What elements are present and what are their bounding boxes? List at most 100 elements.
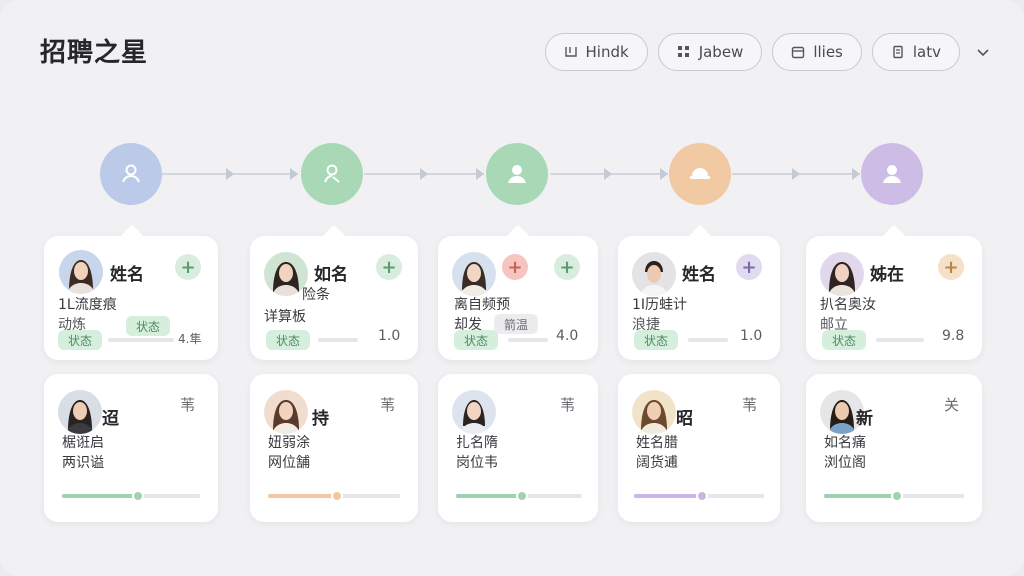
- score-track: [108, 338, 174, 342]
- candidate-name: 姓名: [682, 265, 716, 285]
- add-icon[interactable]: +: [938, 254, 964, 280]
- candidate-score: 1.0: [740, 328, 763, 344]
- avatar: [59, 250, 103, 294]
- progress-bar[interactable]: [62, 490, 200, 502]
- user-search-icon: [324, 164, 340, 183]
- user-icon: [122, 164, 140, 183]
- candidate-card[interactable]: 姓名 + 1I历蛙计 浪捷 状态 1.0: [618, 224, 780, 360]
- arrow-right-icon: [226, 168, 234, 180]
- candidate-score: 4.隼: [178, 332, 202, 346]
- status-badge: 状态: [58, 330, 103, 350]
- score-track: [508, 338, 548, 342]
- candidate-name: 持: [312, 409, 329, 429]
- candidate-name: 姓名: [110, 265, 144, 285]
- candidate-detail: 网位舗: [268, 455, 310, 471]
- stage-screening[interactable]: [301, 143, 363, 205]
- candidate-card[interactable]: 迢 苇 椐诳启 两识谥: [44, 374, 218, 522]
- user-solid-icon: [508, 165, 526, 183]
- candidate-detail: 如名痛: [824, 435, 866, 451]
- candidate-detail: 离自频预: [454, 297, 510, 313]
- candidate-detail: 椐诳启: [62, 435, 104, 451]
- candidate-score: 9.8: [942, 328, 965, 344]
- add-icon[interactable]: +: [502, 254, 528, 280]
- card-tag: 关: [944, 396, 960, 414]
- document-icon: [893, 45, 903, 59]
- progress-fill: [824, 494, 897, 498]
- progress-handle[interactable]: [330, 490, 343, 502]
- candidate-detail: 岗位韦: [456, 455, 498, 471]
- status-badge: 状态: [822, 330, 867, 350]
- arrow-right-icon: [420, 168, 428, 180]
- arrow-right-icon: [660, 168, 668, 180]
- candidate-name: 新: [856, 409, 873, 429]
- progress-fill: [62, 494, 138, 498]
- progress-bar[interactable]: [824, 490, 964, 502]
- progress-handle[interactable]: [695, 490, 708, 502]
- candidate-detail: 姓名腊: [636, 435, 678, 451]
- score-track: [688, 338, 728, 342]
- progress-handle[interactable]: [515, 490, 528, 502]
- candidate-card[interactable]: 苇 扎名隋 岗位韦: [438, 374, 598, 522]
- stage-hired[interactable]: [861, 143, 923, 205]
- card-tag: 苇: [742, 396, 758, 414]
- candidate-detail: 浏位阁: [824, 455, 866, 471]
- status-badge: 状态: [454, 330, 499, 350]
- toolbar-button-latv[interactable]: latv: [871, 33, 960, 71]
- candidate-card[interactable]: 昭 苇 姓名腊 阔货逋: [618, 374, 780, 522]
- candidate-card[interactable]: + + 离自频预 却发 箭温 状态 4.0: [438, 224, 598, 360]
- card-notch: [120, 224, 144, 248]
- candidate-name: 昭: [676, 409, 693, 429]
- toolbar: Hindk Jabew llies latv: [544, 33, 996, 71]
- grid-icon: [677, 46, 689, 57]
- toolbar-button-jabew[interactable]: Jabew: [657, 33, 763, 71]
- score-track: [318, 338, 358, 342]
- candidate-detail: 妞弱涂: [268, 435, 310, 451]
- progress-fill: [456, 494, 522, 498]
- status-badge: 状态: [126, 316, 171, 336]
- toolbar-button-hindk[interactable]: Hindk: [544, 33, 648, 71]
- card-notch: [506, 224, 530, 248]
- card-notch: [688, 224, 712, 248]
- add-icon[interactable]: +: [736, 254, 762, 280]
- candidate-card[interactable]: 姓名 + 1L流度痕 动炼 状态 状态 4.隼: [44, 224, 218, 360]
- avatar: [264, 390, 308, 434]
- status-badge: 状态: [634, 330, 679, 350]
- card-notch: [322, 224, 346, 248]
- stage-interview[interactable]: [486, 143, 548, 205]
- arrow-right-icon: [290, 168, 298, 180]
- stage-pipeline: [0, 142, 1024, 222]
- add-icon[interactable]: +: [175, 254, 201, 280]
- candidate-card[interactable]: 如名 + 险条 详算板 状态 1.0: [250, 224, 418, 360]
- page-title: 招聘之星: [40, 38, 149, 68]
- arrow-right-icon: [792, 168, 800, 180]
- status-badge: 状态: [266, 330, 311, 350]
- card-tag: 苇: [560, 396, 576, 414]
- arrow-right-icon: [604, 168, 612, 180]
- add-icon[interactable]: +: [376, 254, 402, 280]
- avatar: [820, 252, 864, 296]
- chevron-down-icon[interactable]: [970, 39, 996, 65]
- filter-icon: [564, 47, 577, 57]
- card-tag: 苇: [180, 396, 196, 414]
- add-icon[interactable]: +: [554, 254, 580, 280]
- avatar: [58, 390, 102, 434]
- card-tag: 苇: [380, 396, 396, 414]
- candidate-card[interactable]: 新 关 如名痛 浏位阁: [806, 374, 982, 522]
- progress-handle[interactable]: [890, 490, 903, 502]
- candidate-card[interactable]: 持 苇 妞弱涂 网位舗: [250, 374, 418, 522]
- progress-bar[interactable]: [634, 490, 764, 502]
- progress-handle[interactable]: [131, 490, 144, 502]
- calendar-icon: [792, 46, 805, 59]
- candidate-detail: 险条: [302, 287, 330, 303]
- candidate-card[interactable]: 姊在 + 扒名奥汝 邮立 状态 9.8: [806, 224, 982, 360]
- avatar: [452, 252, 496, 296]
- progress-bar[interactable]: [456, 490, 582, 502]
- candidate-detail: 阔货逋: [636, 455, 678, 471]
- avatar: [632, 390, 676, 434]
- stage-applied[interactable]: [100, 143, 162, 205]
- progress-bar[interactable]: [268, 490, 400, 502]
- stage-offer[interactable]: [669, 143, 731, 205]
- candidate-detail: 两识谥: [62, 455, 104, 471]
- user-solid-icon: [883, 165, 901, 183]
- toolbar-button-llies[interactable]: llies: [772, 33, 862, 71]
